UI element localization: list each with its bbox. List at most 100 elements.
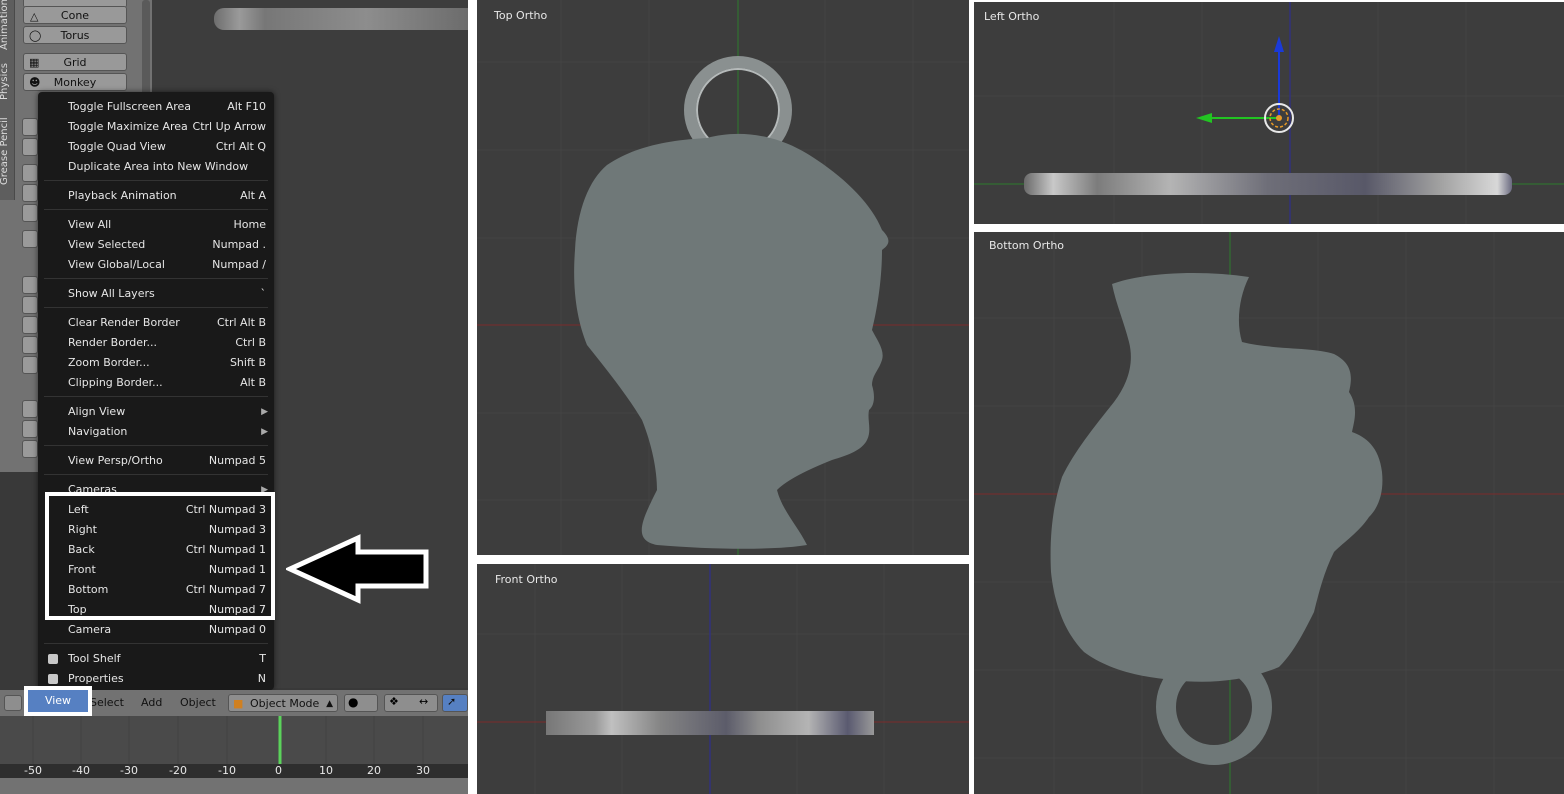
cone-icon: △ [30,10,39,23]
shelf-side-button[interactable] [22,184,38,202]
menu-item-clear-render-border[interactable]: Clear Render Border Ctrl Alt B [38,313,274,333]
shelf-side-button[interactable] [22,356,38,374]
menu-separator [44,278,268,279]
monkey-button[interactable]: ☻ Monkey [23,73,127,91]
menu-separator [44,643,268,644]
pivot-icon: ❖ [389,695,399,708]
menu-separator [44,474,268,475]
menu-item-toggle-fullscreen[interactable]: Toggle Fullscreen Area Alt F10 [38,97,274,117]
viewport-left-ortho[interactable]: Left Ortho [974,2,1564,224]
menu-item-label: Toggle Maximize Area [68,120,188,133]
blender-3d-view-area: Animation Physics Grease Pencil △ Cone ◯… [0,0,468,794]
mode-label: Object Mode [250,697,320,710]
tick-label: 0 [275,764,282,777]
mode-selector[interactable]: ■ Object Mode ▲ [228,694,338,712]
menu-item-view-all[interactable]: View All Home [38,215,274,235]
menu-item-camera[interactable]: Camera Numpad 0 [38,620,274,640]
manipulator-icon: ↔ [419,695,429,708]
viewport-label-bottom: Bottom Ortho [989,239,1065,252]
menu-item-view-selected[interactable]: View Selected Numpad . [38,235,274,255]
shelf-side-button[interactable] [22,204,38,222]
pivot-selector[interactable]: ❖ ↔ [384,694,438,712]
shelf-side-button[interactable] [22,336,38,354]
tick-label: -30 [120,764,138,777]
torus-button[interactable]: ◯ Torus [23,26,127,44]
grid-icon: ▦ [29,56,40,69]
checkbox-icon[interactable] [48,674,58,684]
shelf-side-button[interactable] [22,296,38,314]
annotation-arrow-icon [286,534,429,604]
tab-physics[interactable]: Physics [0,60,15,104]
view-menu-button[interactable]: View [24,686,92,716]
viewport-label-front: Front Ortho [495,573,558,586]
menu-separator [44,209,268,210]
checkbox-icon[interactable] [48,654,58,664]
menu-item-label: Render Border... [68,336,158,349]
menu-item-duplicate-area[interactable]: Duplicate Area into New Window [38,157,274,177]
viewport-front-ortho[interactable]: Front Ortho [477,564,969,794]
tick-label: 10 [319,764,333,777]
shelf-side-button[interactable] [22,316,38,334]
shelf-side-button[interactable] [22,118,38,136]
tick-label: -20 [169,764,187,777]
menu-separator [44,180,268,181]
menu-item-label: View Selected [68,238,146,251]
menu-item-clipping-border[interactable]: Clipping Border... Alt B [38,373,274,393]
menu-item-shortcut: Numpad 0 [208,623,266,636]
menu-item-playback-animation[interactable]: Playback Animation Alt A [38,186,274,206]
menu-item-label: Toggle Fullscreen Area [68,100,192,113]
front-ortho-scene [477,564,969,794]
viewport-bottom-ortho[interactable]: Bottom Ortho [974,232,1564,794]
menu-separator [44,445,268,446]
tab-animation[interactable]: Animation [0,0,15,50]
axis-icon: ➚ [447,695,457,708]
shelf-side-button[interactable] [22,276,38,294]
transform-manipulator-toggle[interactable]: ➚ [442,694,468,712]
shelf-side-button[interactable] [22,440,38,458]
menu-item-shortcut: Ctrl Alt Q [215,140,266,153]
menu-item-shortcut: N [257,672,266,685]
menu-item-shortcut: Ctrl Up Arrow [192,120,266,133]
menu-item-show-all-layers[interactable]: Show All Layers ` [38,284,274,304]
grid-label: Grid [63,56,87,69]
tab-grease-pencil[interactable]: Grease Pencil [0,112,15,190]
add-menu[interactable]: Add [141,694,162,712]
menu-item-align-view[interactable]: Align View ▶ [38,402,274,422]
tick-label: -50 [24,764,42,777]
menu-item-shortcut: T [259,652,266,665]
cone-button[interactable]: △ Cone [23,6,127,24]
select-menu[interactable]: Select [90,694,124,712]
shelf-side-button[interactable] [22,164,38,182]
menu-item-view-persp-ortho[interactable]: View Persp/Ortho Numpad 5 [38,451,274,471]
menu-item-label: View Persp/Ortho [68,454,163,467]
menu-item-label: Show All Layers [68,287,155,300]
menu-item-shortcut: Alt A [240,189,266,202]
menu-item-label: View All [68,218,112,231]
timeline-ruler: -50 -40 -30 -20 -10 0 10 20 30 [0,764,468,778]
menu-separator [44,396,268,397]
torus-icon: ◯ [29,29,42,42]
menu-item-label: Duplicate Area into New Window [68,160,249,173]
submenu-arrow-icon: ▶ [261,407,268,417]
viewport-top-ortho[interactable]: Top Ortho [477,0,969,555]
menu-item-view-global-local[interactable]: View Global/Local Numpad / [38,255,274,275]
menu-item-toggle-maximize[interactable]: Toggle Maximize Area Ctrl Up Arrow [38,117,274,137]
menu-item-tool-shelf[interactable]: Tool Shelf T [38,649,274,669]
shelf-side-button[interactable] [22,400,38,418]
menu-item-render-border[interactable]: Render Border... Ctrl B [38,333,274,353]
menu-item-shortcut: Alt B [240,376,266,389]
tick-label: -10 [218,764,236,777]
menu-item-navigation[interactable]: Navigation ▶ [38,422,274,442]
shelf-side-button[interactable] [22,230,38,248]
menu-item-zoom-border[interactable]: Zoom Border... Shift B [38,353,274,373]
object-menu[interactable]: Object [180,694,216,712]
shelf-side-button[interactable] [22,138,38,156]
cone-label: Cone [60,9,90,22]
shelf-side-button[interactable] [22,420,38,438]
editor-type-icon[interactable] [4,695,22,711]
menu-item-shortcut: Numpad . [212,238,266,251]
grid-button[interactable]: ▦ Grid [23,53,127,71]
menu-item-toggle-quad[interactable]: Toggle Quad View Ctrl Alt Q [38,137,274,157]
monkey-label: Monkey [53,76,97,89]
shading-selector[interactable]: ● [344,694,378,712]
